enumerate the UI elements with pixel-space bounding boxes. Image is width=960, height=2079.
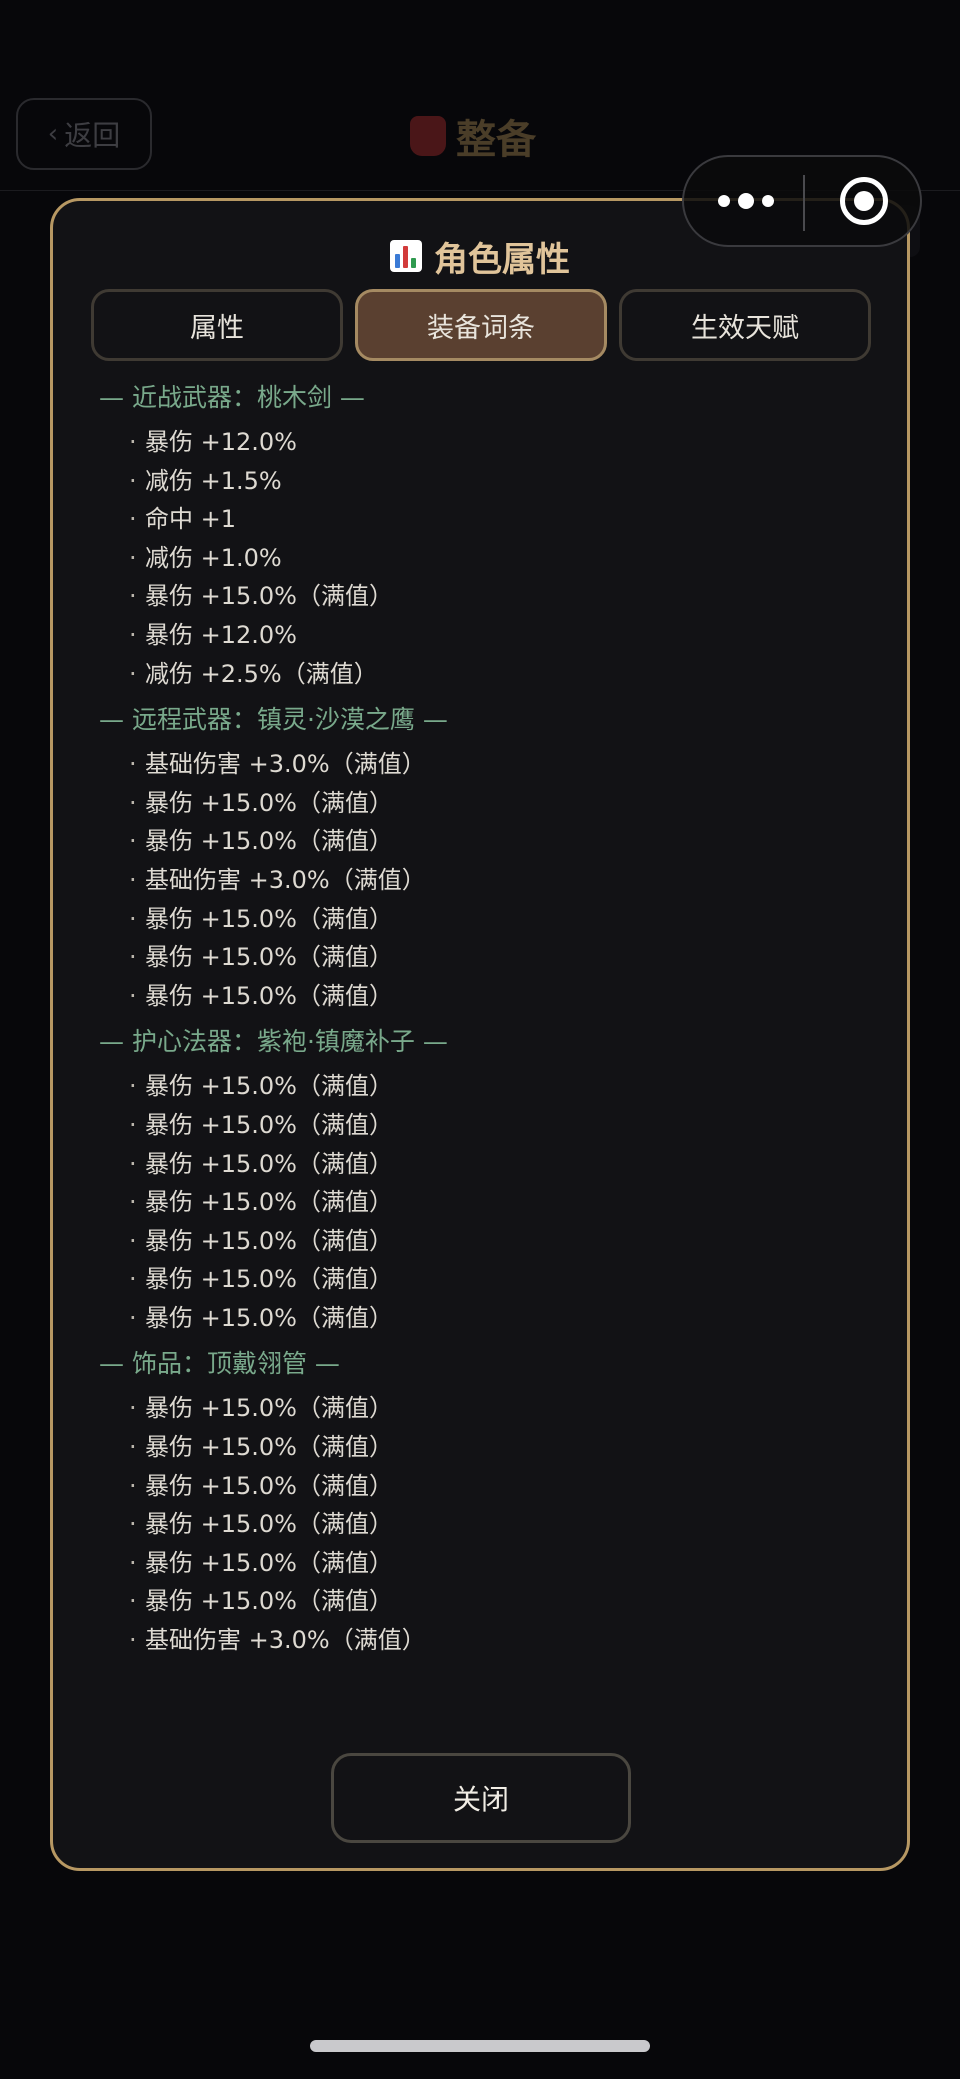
list-item: · 暴伤 +15.0%（满值） bbox=[129, 981, 393, 1010]
character-attributes-modal: 角色属性 属性 装备词条 生效天赋 — 近战武器：桃木剑 — · 暴伤 +12.0… bbox=[50, 198, 910, 1871]
section-heading: — 近战武器：桃木剑 — bbox=[99, 383, 365, 412]
list-item: · 暴伤 +15.0%（满值） bbox=[129, 582, 393, 611]
section-accessory: — 饰品：顶戴翎管 — · 暴伤 +15.0%（满值） · 暴伤 +15.0%（满值… bbox=[99, 1345, 869, 1659]
chevron-left-icon: ‹ bbox=[47, 119, 59, 149]
list-item: · 暴伤 +15.0%（满值） bbox=[129, 1188, 393, 1217]
list-item: · 暴伤 +12.0% bbox=[129, 620, 297, 649]
home-indicator[interactable] bbox=[310, 2040, 650, 2052]
list-item: · 暴伤 +15.0%（满值） bbox=[129, 788, 393, 817]
capsule-divider bbox=[803, 175, 805, 231]
list-item: · 暴伤 +15.0%（满值） bbox=[129, 1226, 393, 1255]
section-heart-talisman: — 护心法器：紫袍·镇魔补子 — · 暴伤 +15.0%（满值） · 暴伤 +15.… bbox=[99, 1023, 869, 1337]
page-title-text: 整备 bbox=[456, 117, 536, 163]
section-ranged-weapon: — 远程武器：镇灵·沙漠之鹰 — · 基础伤害 +3.0%（满值） · 暴伤 +15… bbox=[99, 701, 869, 1015]
modal-title-text: 角色属性 bbox=[434, 239, 570, 280]
list-item: · 减伤 +1.5% bbox=[129, 466, 282, 495]
list-item: · 暴伤 +15.0%（满值） bbox=[129, 943, 393, 972]
section-heading: — 饰品：顶戴翎管 — bbox=[99, 1349, 340, 1379]
list-item: · 命中 +1 bbox=[129, 505, 237, 534]
list-item: · 暴伤 +15.0%（满值） bbox=[129, 1510, 393, 1539]
tab-equipment-affixes[interactable]: 装备词条 bbox=[355, 289, 607, 361]
list-item: · 暴伤 +15.0%（满值） bbox=[129, 904, 393, 933]
list-item: · 暴伤 +15.0%（满值） bbox=[129, 1394, 393, 1423]
list-item: · 基础伤害 +3.0%（满值） bbox=[129, 1626, 426, 1655]
list-item: · 暴伤 +15.0%（满值） bbox=[129, 1072, 393, 1101]
tab-active-talents[interactable]: 生效天赋 bbox=[619, 289, 871, 361]
more-icon[interactable] bbox=[718, 193, 774, 209]
list-item: · 暴伤 +15.0%（满值） bbox=[129, 1548, 393, 1577]
miniprogram-capsule bbox=[682, 155, 922, 247]
list-item: · 暴伤 +12.0% bbox=[129, 428, 297, 456]
bar-chart-icon bbox=[390, 240, 422, 272]
tab-attributes[interactable]: 属性 bbox=[91, 289, 343, 361]
page-title: 整备 bbox=[410, 108, 536, 164]
list-item: · 暴伤 +15.0%（满值） bbox=[129, 1110, 393, 1139]
list-item: · 基础伤害 +3.0%（满值） bbox=[129, 865, 426, 894]
list-item: · 暴伤 +15.0%（满值） bbox=[129, 1587, 393, 1616]
back-button-label: 返回 bbox=[64, 119, 121, 152]
list-item: · 减伤 +2.5%（满值） bbox=[129, 659, 378, 688]
list-item: · 减伤 +1.0% bbox=[129, 543, 282, 572]
armor-icon bbox=[410, 116, 446, 156]
list-item: · 暴伤 +15.0%（满值） bbox=[129, 1471, 393, 1500]
section-heading: — 护心法器：紫袍·镇魔补子 — bbox=[99, 1027, 448, 1057]
close-miniprogram-icon[interactable] bbox=[840, 177, 888, 225]
list-item: · 暴伤 +15.0%（满值） bbox=[129, 1265, 393, 1294]
section-heading: — 远程武器：镇灵·沙漠之鹰 — bbox=[99, 705, 448, 735]
section-melee-weapon: — 近战武器：桃木剑 — · 暴伤 +12.0% · 减伤 +1.5% · 命中 +1… bbox=[99, 379, 869, 693]
list-item: · 暴伤 +15.0%（满值） bbox=[129, 1149, 393, 1178]
tab-bar: 属性 装备词条 生效天赋 bbox=[91, 289, 871, 361]
affix-list: — 近战武器：桃木剑 — · 暴伤 +12.0% · 减伤 +1.5% · 命中 +1… bbox=[99, 379, 869, 1668]
close-button[interactable]: 关闭 bbox=[331, 1753, 631, 1843]
list-item: · 暴伤 +15.0%（满值） bbox=[129, 1303, 393, 1332]
list-item: · 暴伤 +15.0%（满值） bbox=[129, 827, 393, 856]
list-item: · 暴伤 +15.0%（满值） bbox=[129, 1433, 393, 1462]
list-item: · 基础伤害 +3.0%（满值） bbox=[129, 750, 426, 779]
back-button[interactable]: ‹ 返回 bbox=[16, 98, 152, 170]
